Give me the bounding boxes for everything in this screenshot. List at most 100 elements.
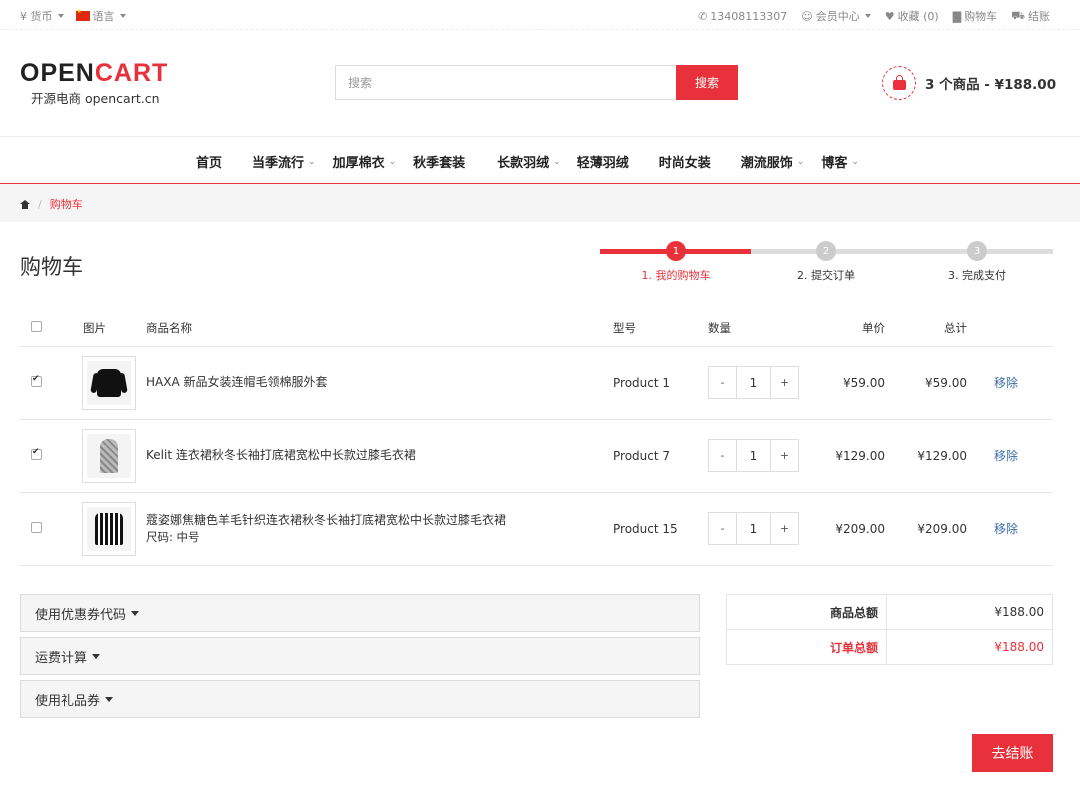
row-checkbox[interactable] xyxy=(31,521,42,533)
qty-plus-button[interactable]: + xyxy=(771,440,798,471)
header-cart[interactable]: 3 个商品 - ¥188.00 xyxy=(882,66,1056,100)
nav-item-long-down[interactable]: 长款羽绒 ⌄ xyxy=(497,152,561,171)
total-label: 订单总额 xyxy=(726,629,887,665)
site-logo[interactable]: OPENCART 开源电商 opencart.cn xyxy=(20,60,168,107)
product-thumbnail[interactable] xyxy=(82,428,136,483)
phone-icon: ✆ xyxy=(698,9,708,23)
qty-plus-button[interactable]: + xyxy=(771,367,798,398)
currency-label: ¥ 货币 xyxy=(20,10,53,23)
checkout-link[interactable]: ⛟ 结账 xyxy=(1011,8,1050,24)
select-all-checkbox[interactable] xyxy=(31,320,42,332)
checkout-steps: 1 2 3 1. 我的购物车 2. 提交订单 3. 完成支付 xyxy=(600,240,1053,285)
wishlist-link[interactable]: ♥ 收藏 (0) xyxy=(885,8,939,24)
qty-input[interactable]: 1 xyxy=(736,513,771,544)
nav-item-padded-coats[interactable]: 加厚棉衣 ⌄ xyxy=(333,152,397,171)
scarf-image xyxy=(100,438,118,473)
search-button[interactable]: 搜索 xyxy=(676,65,738,100)
col-header-total: 总计 xyxy=(885,310,967,347)
product-thumbnail[interactable] xyxy=(82,355,136,410)
remove-link[interactable]: 移除 xyxy=(994,449,1018,463)
qty-plus-button[interactable]: + xyxy=(771,513,798,544)
coupon-panel-toggle[interactable]: 使用优惠券代码 xyxy=(20,594,700,632)
table-row: Kelit 连衣裙秋冬长袖打底裙宽松中长款过膝毛衣裙 Product 7 -1+… xyxy=(20,419,1053,493)
bag-icon: ▇ xyxy=(952,9,962,23)
nav-item-women-fashion[interactable]: 时尚女装 xyxy=(659,152,711,171)
heart-icon: ♥ xyxy=(884,9,895,23)
product-name-link[interactable]: 蔻姿娜焦糖色羊毛针织连衣裙秋冬长袖打底裙宽松中长款过膝毛衣裙 xyxy=(146,512,613,529)
nav-item-blog[interactable]: 博客 ⌄ xyxy=(821,152,859,171)
home-icon[interactable] xyxy=(20,199,30,209)
jacket-image xyxy=(97,368,121,397)
chevron-down-icon: ⌄ xyxy=(796,156,805,167)
logo-text-dark: OPEN xyxy=(20,59,95,87)
total-value: ¥188.00 xyxy=(886,629,1053,665)
subtotal-row: 商品总额 ¥188.00 xyxy=(726,594,1053,630)
panel-label: 使用礼品券 xyxy=(35,693,101,709)
nav-item-autumn-sets[interactable]: 秋季套装 xyxy=(413,152,465,171)
col-header-model: 型号 xyxy=(613,310,708,347)
account-label: 会员中心 xyxy=(815,10,860,23)
currency-dropdown[interactable]: ¥ 货币 xyxy=(20,8,64,24)
checkout-label: 结账 xyxy=(1028,10,1050,23)
line-total: ¥59.00 xyxy=(885,346,967,420)
step-3-label: 3. 完成支付 xyxy=(948,269,1006,282)
panel-label: 使用优惠券代码 xyxy=(35,607,127,623)
language-dropdown[interactable]: 语言 xyxy=(75,8,126,24)
nav-label: 博客 xyxy=(821,156,848,171)
nav-item-trendy-clothing[interactable]: 潮流服饰 ⌄ xyxy=(741,152,805,171)
unit-price: ¥59.00 xyxy=(803,346,885,420)
nav-label: 首页 xyxy=(196,156,223,171)
product-model: Product 7 xyxy=(613,419,708,493)
language-label: 语言 xyxy=(92,10,115,23)
line-total: ¥129.00 xyxy=(885,419,967,493)
table-row: HAXA 新品女装连帽毛领棉服外套 Product 1 -1+ ¥59.00 ¥… xyxy=(20,346,1053,420)
step-2-label: 2. 提交订单 xyxy=(797,269,855,282)
nav-item-light-down[interactable]: 轻薄羽绒 xyxy=(577,152,629,171)
row-checkbox[interactable] xyxy=(31,374,42,387)
quantity-stepper: -1 + xyxy=(708,439,799,472)
step-2-dot: 2 xyxy=(816,241,836,261)
chevron-down-icon: ⌄ xyxy=(308,156,316,167)
caret-down-icon xyxy=(105,696,114,702)
breadcrumb-current[interactable]: 购物车 xyxy=(50,196,83,212)
phone-number: 13408113307 xyxy=(710,9,788,23)
chevron-down-icon xyxy=(57,14,64,18)
checkout-button[interactable]: 去结账 xyxy=(972,734,1053,772)
nav-label: 时尚女装 xyxy=(658,156,711,171)
unit-price: ¥209.00 xyxy=(803,492,885,566)
qty-input[interactable]: 1 xyxy=(736,367,771,398)
caret-down-icon xyxy=(131,610,140,616)
cart-circle xyxy=(882,66,916,100)
caret-down-icon xyxy=(92,653,101,659)
chevron-down-icon: ⌄ xyxy=(851,156,859,167)
voucher-panel-toggle[interactable]: 使用礼品券 xyxy=(20,680,700,718)
user-icon: ☺ xyxy=(801,9,813,23)
product-thumbnail[interactable] xyxy=(82,501,136,556)
remove-link[interactable]: 移除 xyxy=(994,522,1018,536)
product-name-link[interactable]: Kelit 连衣裙秋冬长袖打底裙宽松中长款过膝毛衣裙 xyxy=(146,448,416,462)
qty-minus-button[interactable]: - xyxy=(709,367,736,398)
search-bar: 搜索 xyxy=(335,65,738,100)
nav-item-trending[interactable]: 当季流行 ⌄ xyxy=(252,152,316,171)
shipping-panel-toggle[interactable]: 运费计算 xyxy=(20,637,700,675)
phone-link[interactable]: ✆ 13408113307 xyxy=(698,8,787,24)
striped-jacket-image xyxy=(95,512,123,545)
qty-input[interactable]: 1 xyxy=(736,440,771,471)
remove-link[interactable]: 移除 xyxy=(994,376,1018,390)
chevron-down-icon: ⌄ xyxy=(388,156,397,167)
total-row: 订单总额 ¥188.00 xyxy=(726,629,1053,665)
product-name-link[interactable]: HAXA 新品女装连帽毛领棉服外套 xyxy=(146,375,327,389)
qty-minus-button[interactable]: - xyxy=(709,440,736,471)
shopping-bag-icon xyxy=(892,75,906,90)
cart-link[interactable]: ▇ 购物车 xyxy=(953,8,997,24)
row-checkbox[interactable] xyxy=(31,447,42,460)
search-input[interactable] xyxy=(335,65,676,100)
qty-minus-button[interactable]: - xyxy=(709,513,736,544)
col-header-name: 商品名称 xyxy=(146,310,613,347)
panel-label: 运费计算 xyxy=(35,650,88,666)
account-dropdown[interactable]: ☺ 会员中心 xyxy=(801,8,871,24)
nav-item-home[interactable]: 首页 xyxy=(196,152,222,171)
wishlist-label: 收藏 (0) xyxy=(897,10,939,23)
breadcrumb: / 购物车 xyxy=(0,184,1080,222)
unit-price: ¥129.00 xyxy=(803,419,885,493)
